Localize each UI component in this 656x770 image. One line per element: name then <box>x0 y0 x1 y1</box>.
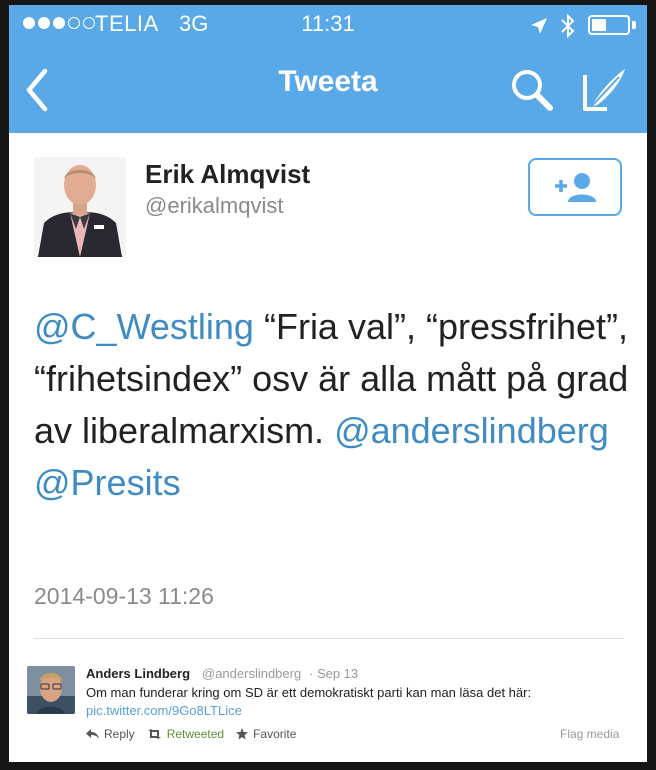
retweeted-label: Retweeted <box>166 727 225 741</box>
embedded-tweet[interactable]: Anders Lindberg @anderslindberg · Sep 13… <box>25 663 625 758</box>
battery-level <box>592 19 606 31</box>
mention-link[interactable]: @Presits <box>34 462 181 503</box>
embedded-date[interactable]: · Sep 13 <box>309 666 358 681</box>
mention-link[interactable]: @anderslindberg <box>334 410 609 451</box>
status-bar: TELIA 3G 11:31 <box>9 5 647 47</box>
embedded-avatar[interactable] <box>27 666 75 714</box>
embedded-link[interactable]: pic.twitter.com/9Go8LTLice <box>86 703 242 718</box>
author-name[interactable]: Erik Almqvist <box>145 159 310 190</box>
location-arrow-icon <box>531 18 547 34</box>
embedded-actions: Reply Retweeted Favorite <box>86 727 308 741</box>
flag-media-link[interactable]: Flag media <box>560 727 619 741</box>
embedded-text: Om man funderar kring om SD är ett demok… <box>86 685 532 700</box>
divider <box>34 638 624 639</box>
reply-button[interactable]: Reply <box>86 727 135 741</box>
favorite-button[interactable]: Favorite <box>236 727 296 741</box>
embedded-author-name[interactable]: Anders Lindberg <box>86 666 190 681</box>
battery-tip <box>632 21 636 29</box>
app-header: TELIA 3G 11:31 Tweeta <box>9 5 647 133</box>
compose-icon[interactable] <box>581 65 629 113</box>
screenshot-frame: TELIA 3G 11:31 Tweeta Erik Almqvist @eri… <box>0 0 656 770</box>
phone-screen: TELIA 3G 11:31 Tweeta Erik Almqvist @eri… <box>9 5 647 762</box>
reply-icon <box>86 729 99 739</box>
mention-link[interactable]: @C_Westling <box>34 306 254 347</box>
clock: 11:31 <box>301 11 355 36</box>
retweet-button[interactable]: Retweeted <box>147 727 224 741</box>
reply-label: Reply <box>104 727 135 741</box>
follow-button[interactable] <box>528 158 622 216</box>
tweet-text: @C_Westling “Fria val”, “pressfrihet”, “… <box>34 301 634 509</box>
author-handle[interactable]: @erikalmqvist <box>145 193 283 219</box>
add-user-icon <box>555 173 596 202</box>
favorite-label: Favorite <box>253 727 297 741</box>
bluetooth-icon <box>561 13 575 39</box>
retweet-icon <box>147 729 161 739</box>
search-icon[interactable] <box>509 67 555 113</box>
star-icon <box>236 728 249 740</box>
battery-icon <box>588 15 630 35</box>
author-avatar[interactable] <box>34 157 126 257</box>
embedded-author-handle[interactable]: @anderslindberg <box>202 666 301 681</box>
tweet-timestamp: 2014-09-13 11:26 <box>34 583 214 609</box>
